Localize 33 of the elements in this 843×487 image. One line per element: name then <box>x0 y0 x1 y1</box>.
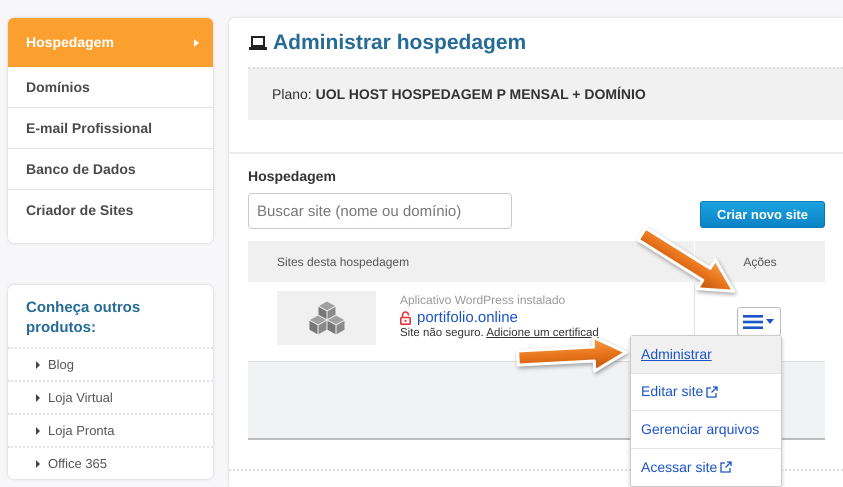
menu-item[interactable]: Acessar site <box>631 448 781 486</box>
product-link[interactable]: Office 365 <box>8 446 213 479</box>
create-site-button[interactable]: Criar novo site <box>700 201 825 228</box>
caret-icon <box>766 319 774 324</box>
product-link[interactable]: Loja Virtual <box>8 380 213 413</box>
caret-icon <box>36 460 40 468</box>
caret-icon <box>36 394 40 402</box>
search-field[interactable]: Buscar site (nome ou domínio) <box>248 193 512 229</box>
sidebar-item[interactable]: Banco de Dados <box>8 149 213 190</box>
sidebar-item[interactable]: Criador de Sites <box>8 190 213 231</box>
products-title: Conheça outros produtos: <box>25 298 142 338</box>
caret-icon <box>36 360 40 368</box>
menu-item[interactable]: Editar site <box>631 374 781 411</box>
security-warning: Site não seguro. Adicione um certificad <box>400 326 599 340</box>
product-link[interactable]: Blog <box>8 347 213 380</box>
page-title: Administrar hospedagem <box>273 30 526 56</box>
caret-icon <box>194 38 199 46</box>
laptop-icon <box>249 34 267 50</box>
menu-icon <box>743 314 763 328</box>
product-link[interactable]: Loja Pronta <box>8 413 213 446</box>
certificate-link[interactable]: Adicione um certificad <box>486 326 599 338</box>
section-label: Hospedagem <box>248 167 337 186</box>
menu-item[interactable]: Gerenciar arquivos <box>631 411 781 448</box>
domain-link[interactable]: portifolio.online <box>400 310 599 326</box>
actions-menu-button[interactable] <box>736 307 780 336</box>
sidebar-item[interactable]: Domínios <box>8 67 213 108</box>
caret-icon <box>36 426 40 434</box>
plan-text: Plano: UOL HOST HOSPEDAGEM P MENSAL + DOMÍNIO <box>272 85 646 104</box>
sidebar-item[interactable]: E-mail Profissional <box>8 108 213 149</box>
column-header: Sites desta hospedagem <box>248 241 695 282</box>
menu-item[interactable]: Administrar <box>631 336 781 374</box>
app-label: Aplicativo WordPress instalado <box>400 292 566 309</box>
cubes-icon <box>308 300 346 336</box>
